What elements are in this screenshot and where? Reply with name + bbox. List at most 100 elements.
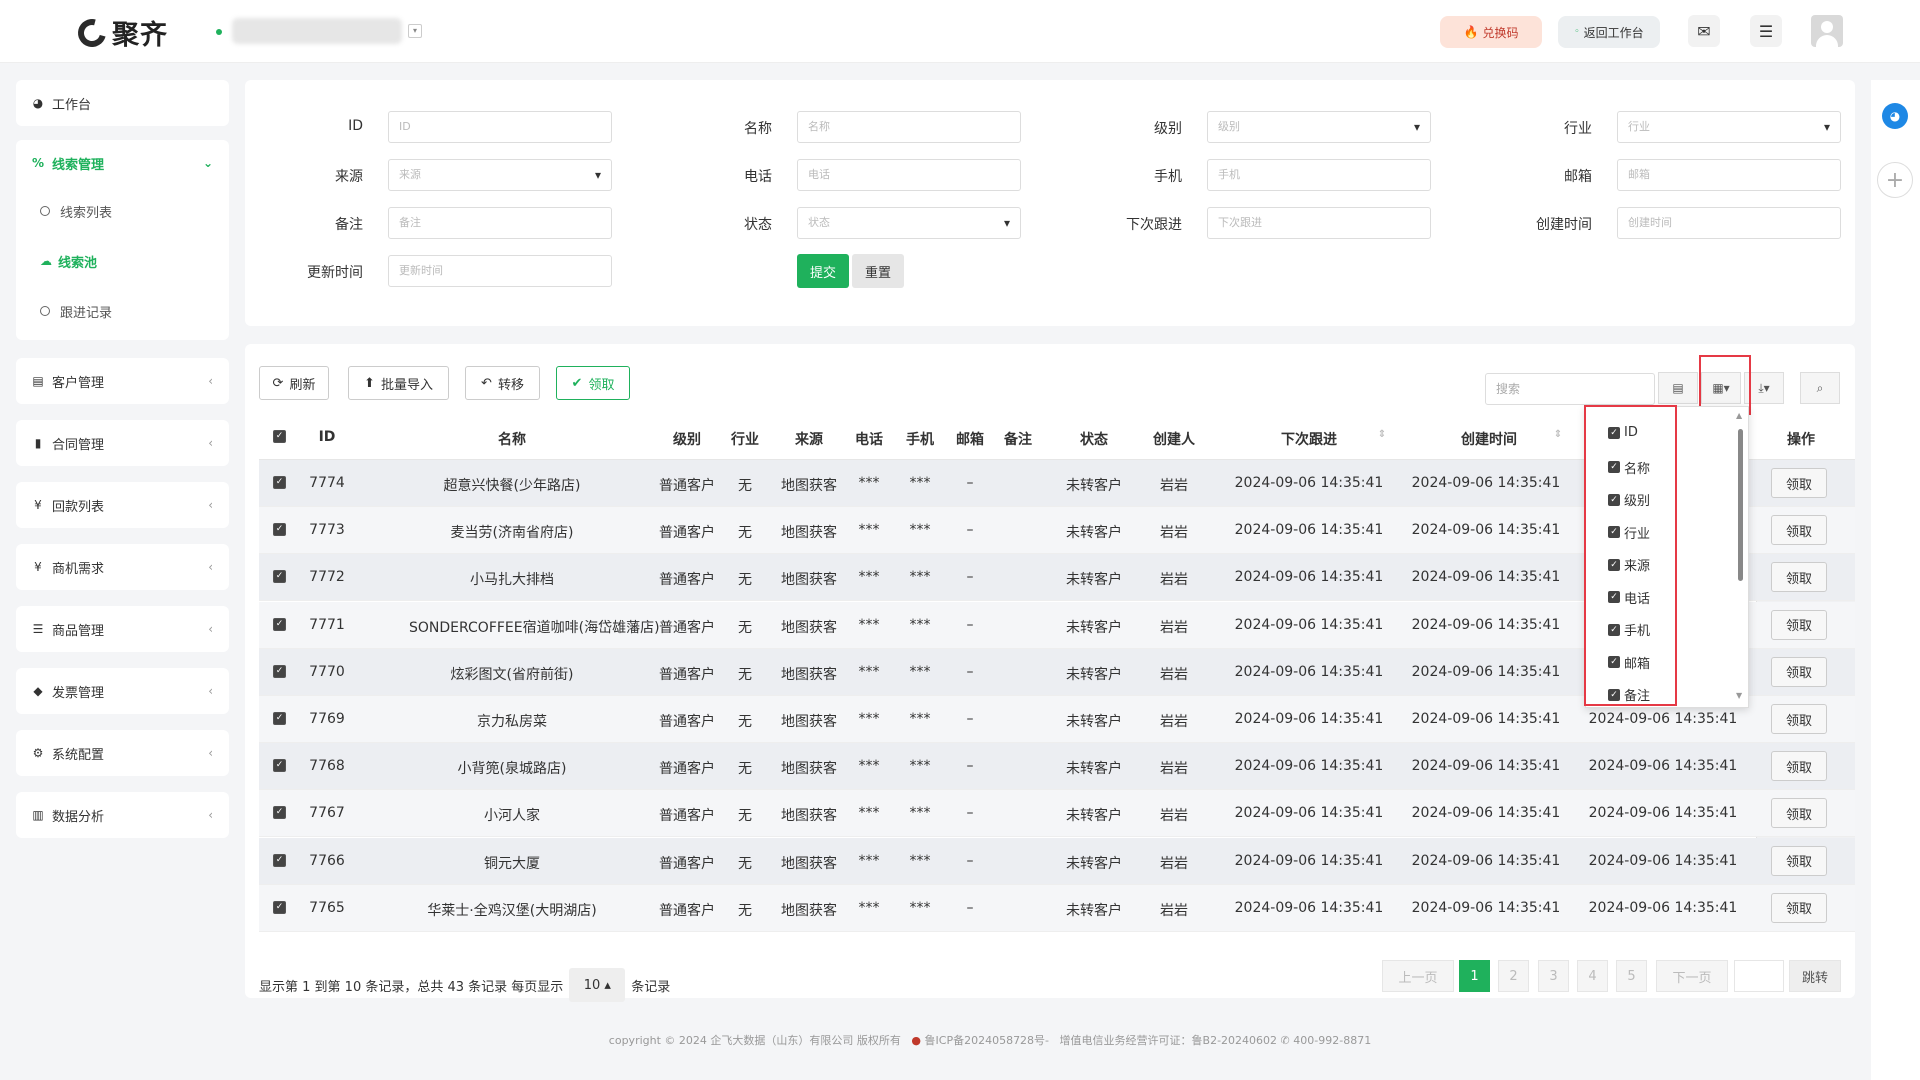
filter-select[interactable]: 状态 (797, 207, 1021, 239)
row-checkbox[interactable]: ✓ (273, 806, 286, 820)
filter-input[interactable]: 名称 (797, 111, 1021, 143)
col-source[interactable]: 来源 (779, 429, 839, 449)
col-phone[interactable]: 电话 (849, 429, 889, 449)
col-status[interactable]: 状态 (1059, 429, 1129, 449)
row-claim-button[interactable]: 领取 (1771, 656, 1827, 687)
row-claim-button[interactable]: 领取 (1771, 562, 1827, 593)
prev-page-button[interactable]: 上一页 (1382, 960, 1454, 992)
jump-page-input[interactable] (1734, 960, 1784, 992)
menu-icon[interactable]: ☰ (1750, 15, 1782, 47)
col-id[interactable]: ID (307, 429, 347, 445)
row-claim-button[interactable]: 领取 (1771, 845, 1827, 876)
sidebar-item-group-3[interactable]: ¥ 商机需求 ‹ (16, 544, 229, 590)
row-checkbox[interactable]: ✓ (273, 476, 286, 489)
sidebar-item-group-1[interactable]: ▮ 合同管理 ‹ (16, 420, 229, 466)
filter-input[interactable]: ID (388, 111, 612, 143)
table-row[interactable]: ✓ 7766 铜元大厦 普通客户 无 地图获客 *** *** – 未转客户 岩岩 2024-09-0… (259, 837, 1855, 885)
filter-input[interactable]: 备注 (388, 207, 612, 239)
filter-select[interactable]: 来源 (388, 159, 612, 191)
row-claim-button[interactable]: 领取 (1771, 751, 1827, 782)
sidebar-item-group-2[interactable]: ¥ 回款列表 ‹ (16, 482, 229, 528)
chat-bot-icon[interactable]: ◕ (1882, 103, 1908, 129)
back-to-workbench-button[interactable]: ◦ 返回工作台 (1558, 16, 1660, 48)
page-1-button[interactable]: 1 (1459, 960, 1490, 992)
table-row[interactable]: ✓ 7767 小河人家 普通客户 无 地图获客 *** *** – 未转客户 岩岩 2024-09-0… (259, 790, 1855, 838)
row-claim-button[interactable]: 领取 (1771, 892, 1827, 923)
filter-input[interactable]: 下次跟进 (1207, 207, 1431, 239)
filter-input[interactable]: 邮箱 (1617, 159, 1841, 191)
workspace-name[interactable]: ███████████ (232, 18, 402, 44)
sidebar-item-workbench[interactable]: ◕ 工作台 (16, 80, 229, 126)
filter-input[interactable]: 手机 (1207, 159, 1431, 191)
select-all-checkbox[interactable]: ✓ (273, 430, 286, 443)
logo[interactable]: 聚齐 (72, 13, 168, 52)
row-checkbox[interactable]: ✓ (273, 523, 286, 537)
row-claim-button[interactable]: 领取 (1771, 704, 1827, 734)
col-industry[interactable]: 行业 (725, 429, 765, 449)
page-5-button[interactable]: 5 (1616, 960, 1647, 992)
scroll-up-icon[interactable]: ▲ (1736, 411, 1742, 420)
table-row[interactable]: ✓ 7768 小背篼(泉城路店) 普通客户 无 地图获客 *** *** – 未转客户 岩岩 2024… (259, 743, 1855, 791)
chevron-down-icon[interactable]: ▾ (408, 24, 422, 38)
table-row[interactable]: ✓ 7765 华莱士·全鸡汉堡(大明湖店) 普通客户 无 地图获客 *** *** – 未转客户 岩… (259, 884, 1855, 932)
refresh-button[interactable]: ⟳ 刷新 (259, 366, 329, 400)
filter-input[interactable]: 电话 (797, 159, 1021, 191)
mail-icon[interactable]: ✉ (1688, 15, 1720, 47)
avatar[interactable] (1811, 15, 1843, 47)
sidebar-item-leads[interactable]: % 线索管理 ⌄ (16, 140, 229, 186)
submit-button[interactable]: 提交 (797, 254, 849, 288)
redeem-code-button[interactable]: 🔥 兑换码 (1440, 16, 1542, 48)
sidebar-item-group-5[interactable]: ◆ 发票管理 ‹ (16, 668, 229, 714)
row-claim-button[interactable]: 领取 (1771, 798, 1827, 829)
col-email[interactable]: 邮箱 (950, 429, 990, 449)
batch-import-button[interactable]: ⬆ 批量导入 (348, 366, 449, 400)
row-checkbox[interactable]: ✓ (273, 664, 286, 678)
row-checkbox[interactable]: ✓ (273, 853, 286, 867)
page-3-button[interactable]: 3 (1538, 960, 1569, 992)
cell-name: 小马扎大排档 (470, 572, 554, 589)
filter-select[interactable]: 级别 (1207, 111, 1431, 143)
reset-button[interactable]: 重置 (852, 254, 904, 288)
row-checkbox[interactable]: ✓ (273, 712, 286, 725)
sort-icon[interactable]: ⇕ (1551, 429, 1565, 440)
sidebar-item-group-0[interactable]: ▤ 客户管理 ‹ (16, 358, 229, 404)
col-created-time[interactable]: 创建时间 (1424, 429, 1554, 449)
next-page-button[interactable]: 下一页 (1656, 960, 1728, 992)
row-claim-button[interactable]: 领取 (1771, 468, 1827, 498)
col-remark[interactable]: 备注 (998, 429, 1038, 449)
search-input[interactable]: 搜索 (1485, 373, 1655, 405)
col-level[interactable]: 级别 (657, 429, 717, 449)
page-size-select[interactable]: 10 ▴ (569, 968, 626, 1002)
row-claim-button[interactable]: 领取 (1771, 609, 1827, 640)
row-claim-button[interactable]: 领取 (1771, 515, 1827, 546)
page-2-button[interactable]: 2 (1498, 960, 1529, 992)
col-name[interactable]: 名称 (427, 429, 597, 449)
sort-icon[interactable]: ⇕ (1375, 429, 1389, 440)
col-mobile[interactable]: 手机 (900, 429, 940, 449)
page-4-button[interactable]: 4 (1577, 960, 1608, 992)
sidebar-item-group-4[interactable]: ☰ 商品管理 ‹ (16, 606, 229, 652)
sidebar-item-lead-list[interactable]: 线索列表 (16, 186, 229, 236)
row-checkbox[interactable]: ✓ (273, 759, 286, 773)
footer-icp[interactable]: 鲁ICP备2024058728号- (925, 1034, 1050, 1047)
filter-input[interactable]: 创建时间 (1617, 207, 1841, 239)
sidebar-item-followup[interactable]: 跟进记录 (16, 286, 229, 336)
search-icon[interactable]: ⌕ (1800, 372, 1840, 404)
row-checkbox[interactable]: ✓ (273, 900, 286, 914)
sidebar-item-lead-pool[interactable]: ☁ 线索池 (16, 236, 229, 286)
sidebar-item-group-7[interactable]: ▥ 数据分析 ‹ (16, 792, 229, 838)
row-checkbox[interactable]: ✓ (273, 617, 286, 631)
claim-button[interactable]: ✔ 领取 (556, 366, 630, 400)
toggle-view-icon[interactable]: ▤ (1658, 372, 1698, 404)
filter-select[interactable]: 行业 (1617, 111, 1841, 143)
scroll-down-icon[interactable]: ▼ (1736, 691, 1742, 700)
sidebar-item-group-6[interactable]: ⚙ 系统配置 ‹ (16, 730, 229, 776)
row-checkbox[interactable]: ✓ (273, 570, 286, 584)
filter-input[interactable]: 更新时间 (388, 255, 612, 287)
add-icon[interactable]: + (1877, 162, 1913, 198)
transfer-button[interactable]: ↶ 转移 (465, 366, 540, 400)
col-next-followup[interactable]: 下次跟进 (1259, 429, 1359, 449)
dropdown-scrollbar[interactable] (1738, 429, 1743, 581)
jump-button[interactable]: 跳转 (1789, 960, 1841, 992)
col-creator[interactable]: 创建人 (1149, 429, 1199, 449)
